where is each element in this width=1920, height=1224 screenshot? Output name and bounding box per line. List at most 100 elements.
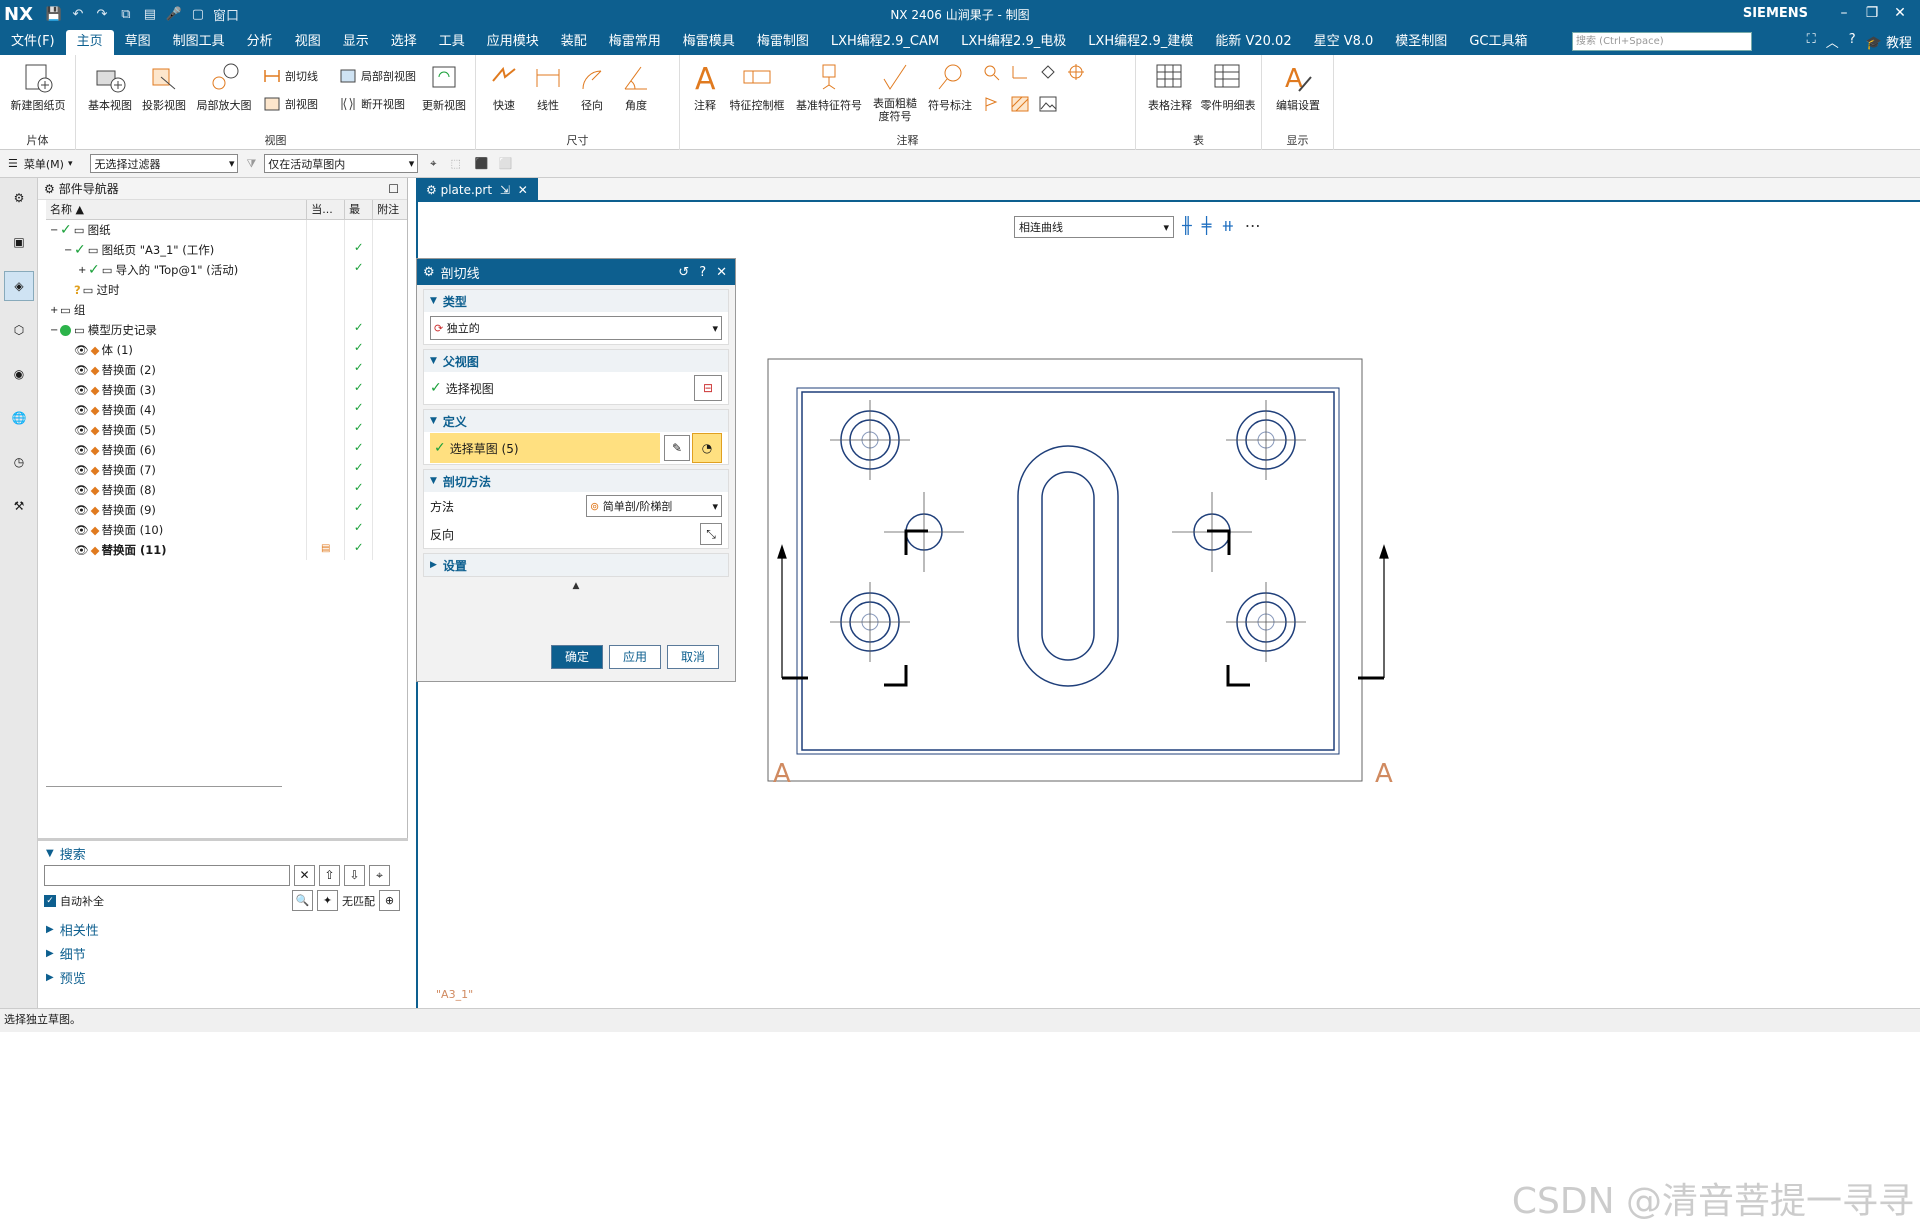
tree-row[interactable]: ? ▭ 过时: [46, 280, 407, 300]
expand-toggle[interactable]: −: [50, 225, 60, 236]
hatch-button[interactable]: [1010, 95, 1030, 113]
fcf-button[interactable]: 特征控制框: [726, 61, 788, 113]
close-icon[interactable]: ✕: [518, 183, 528, 197]
pin-icon[interactable]: ⇲: [500, 183, 510, 197]
table-note-button[interactable]: 表格注释: [1144, 61, 1196, 113]
menu-tab-10[interactable]: 装配: [550, 30, 598, 55]
cancel-button[interactable]: 取消: [667, 645, 719, 669]
horizontal-scrollbar[interactable]: [46, 786, 282, 790]
dependencies-section[interactable]: ▶ 相关性: [38, 917, 408, 941]
tree-row[interactable]: 👁 ◆ 替换面 (11) ▤ ✓: [46, 540, 407, 560]
window-icon[interactable]: ▢: [189, 7, 207, 22]
tools-icon[interactable]: ⚒: [4, 491, 34, 521]
menu-tab-1[interactable]: 主页: [65, 30, 114, 55]
select-all-icon[interactable]: ⬚: [451, 157, 461, 170]
eye-icon[interactable]: 👁: [74, 463, 89, 477]
menu-tab-15[interactable]: LXH编程2.9_电极: [950, 30, 1077, 55]
tree-row[interactable]: 👁 ◆ 替换面 (8) ✓: [46, 480, 407, 500]
web-browser-icon[interactable]: 🌐: [4, 403, 34, 433]
cube-outline-icon[interactable]: ⬜: [499, 157, 513, 170]
clear-icon[interactable]: ✕: [294, 865, 315, 886]
column-latest[interactable]: 最: [345, 200, 374, 219]
window-menu[interactable]: 窗口: [213, 5, 239, 24]
collapse-icon[interactable]: ▲: [417, 581, 735, 591]
image-button[interactable]: [1038, 95, 1058, 113]
autocomplete-checkbox[interactable]: ✓: [44, 894, 56, 907]
method-dropdown[interactable]: ⊚ 简单剖/阶梯剖 ▾: [586, 495, 722, 517]
tree-row[interactable]: 👁 ◆ 替换面 (5) ✓: [46, 420, 407, 440]
angular-dim-button[interactable]: 角度: [616, 61, 656, 113]
settings-icon[interactable]: ⚙: [4, 183, 34, 213]
linear-dim-button[interactable]: 线性: [528, 61, 568, 113]
expand-toggle[interactable]: +: [50, 305, 60, 316]
expand-toggle[interactable]: +: [78, 265, 88, 276]
parent-view-header[interactable]: ▼ 父视图: [424, 350, 728, 372]
search-section[interactable]: ▼ 搜索: [38, 841, 408, 865]
menu-icon[interactable]: ☰: [8, 157, 18, 170]
menu-tab-8[interactable]: 工具: [428, 30, 476, 55]
preview-section[interactable]: ▶ 预览: [38, 965, 408, 989]
paste-icon[interactable]: ▤: [141, 7, 159, 22]
locate-icon[interactable]: ⌖: [369, 865, 390, 886]
menu-tab-0[interactable]: 文件(F): [0, 30, 66, 55]
menu-tab-5[interactable]: 视图: [284, 30, 332, 55]
tree-row[interactable]: 👁 ◆ 体 (1) ✓: [46, 340, 407, 360]
centerline-button[interactable]: [1010, 63, 1030, 81]
surface-finish-button[interactable]: 表面粗糙度符号: [870, 61, 920, 123]
close-icon[interactable]: ✕: [1886, 2, 1914, 24]
column-name[interactable]: 名称 ▲: [46, 200, 308, 219]
menu-tab-20[interactable]: GC工具箱: [1458, 30, 1538, 55]
break-view-button[interactable]: 断开视图: [338, 95, 405, 113]
sketch-edit-icon[interactable]: ✎: [664, 435, 690, 461]
column-notes[interactable]: 附注: [373, 200, 407, 219]
tree-row[interactable]: + ✓ ▭ 导入的 "Top@1" (活动) ✓: [46, 260, 407, 280]
sketch-select-icon[interactable]: ◔: [692, 433, 722, 463]
menu-tab-16[interactable]: LXH编程2.9_建模: [1077, 30, 1204, 55]
tree-row[interactable]: 👁 ◆ 替换面 (7) ✓: [46, 460, 407, 480]
tree-row[interactable]: − ▭ 模型历史记录 ✓: [46, 320, 407, 340]
menu-tab-6[interactable]: 显示: [332, 30, 380, 55]
eye-icon[interactable]: 👁: [74, 543, 89, 557]
eye-icon[interactable]: 👁: [74, 343, 89, 357]
tree-row[interactable]: − ✓ ▭ 图纸页 "A3_1" (工作) ✓: [46, 240, 407, 260]
part-navigator-icon[interactable]: ◈: [4, 271, 34, 301]
definition-header[interactable]: ▼ 定义: [424, 410, 728, 432]
minimize-icon[interactable]: –: [1830, 2, 1858, 24]
undo-icon[interactable]: ↶: [69, 7, 87, 22]
scope-dropdown[interactable]: 仅在活动草图内 ▾: [264, 154, 419, 173]
menu-tab-11[interactable]: 梅雷常用: [598, 30, 672, 55]
eye-icon[interactable]: 👁: [74, 523, 89, 537]
arrow-down-icon[interactable]: ⇩: [344, 865, 365, 886]
edit-settings-button[interactable]: A 编辑设置: [1268, 61, 1328, 113]
type-section-header[interactable]: ▼ 类型: [424, 290, 728, 312]
search-input[interactable]: [44, 865, 290, 886]
new-sheet-button[interactable]: 新建图纸页: [6, 61, 70, 113]
search-dim-button[interactable]: [982, 63, 1002, 81]
column-current[interactable]: 当...: [307, 200, 346, 219]
fill-button[interactable]: [1038, 63, 1058, 81]
maximize-icon[interactable]: ☐: [388, 182, 399, 196]
cube-icon[interactable]: ⬛: [475, 157, 489, 170]
microphone-icon[interactable]: 🎤: [165, 7, 183, 22]
history-icon[interactable]: ◷: [4, 447, 34, 477]
tree-row[interactable]: + ▭ 组: [46, 300, 407, 320]
projected-view-button[interactable]: 投影视图: [140, 61, 188, 113]
restore-icon[interactable]: ❐: [1858, 2, 1886, 24]
section-line-button[interactable]: 剖切线: [262, 67, 318, 85]
constraint-navigator-icon[interactable]: ⬡: [4, 315, 34, 345]
radial-dim-button[interactable]: 径向: [572, 61, 612, 113]
menu-button[interactable]: 菜单(M): [24, 156, 64, 172]
parts-list-button[interactable]: 零件明细表: [1200, 61, 1256, 113]
tree-row[interactable]: 👁 ◆ 替换面 (10) ✓: [46, 520, 407, 540]
menu-tab-7[interactable]: 选择: [380, 30, 428, 55]
datum-button[interactable]: 基准特征符号: [792, 61, 866, 113]
eye-icon[interactable]: 👁: [74, 483, 89, 497]
redo-icon[interactable]: ↷: [93, 7, 111, 22]
menu-tab-19[interactable]: 模圣制图: [1384, 30, 1458, 55]
rapid-dim-button[interactable]: 快速: [484, 61, 524, 113]
eye-icon[interactable]: 👁: [74, 363, 89, 377]
menu-tab-3[interactable]: 制图工具: [162, 30, 236, 55]
wildcard-icon[interactable]: ✦: [317, 890, 338, 911]
select-sketch-row[interactable]: ✓ 选择草图 (5): [430, 433, 660, 463]
tree-row[interactable]: − ✓ ▭ 图纸: [46, 220, 407, 240]
